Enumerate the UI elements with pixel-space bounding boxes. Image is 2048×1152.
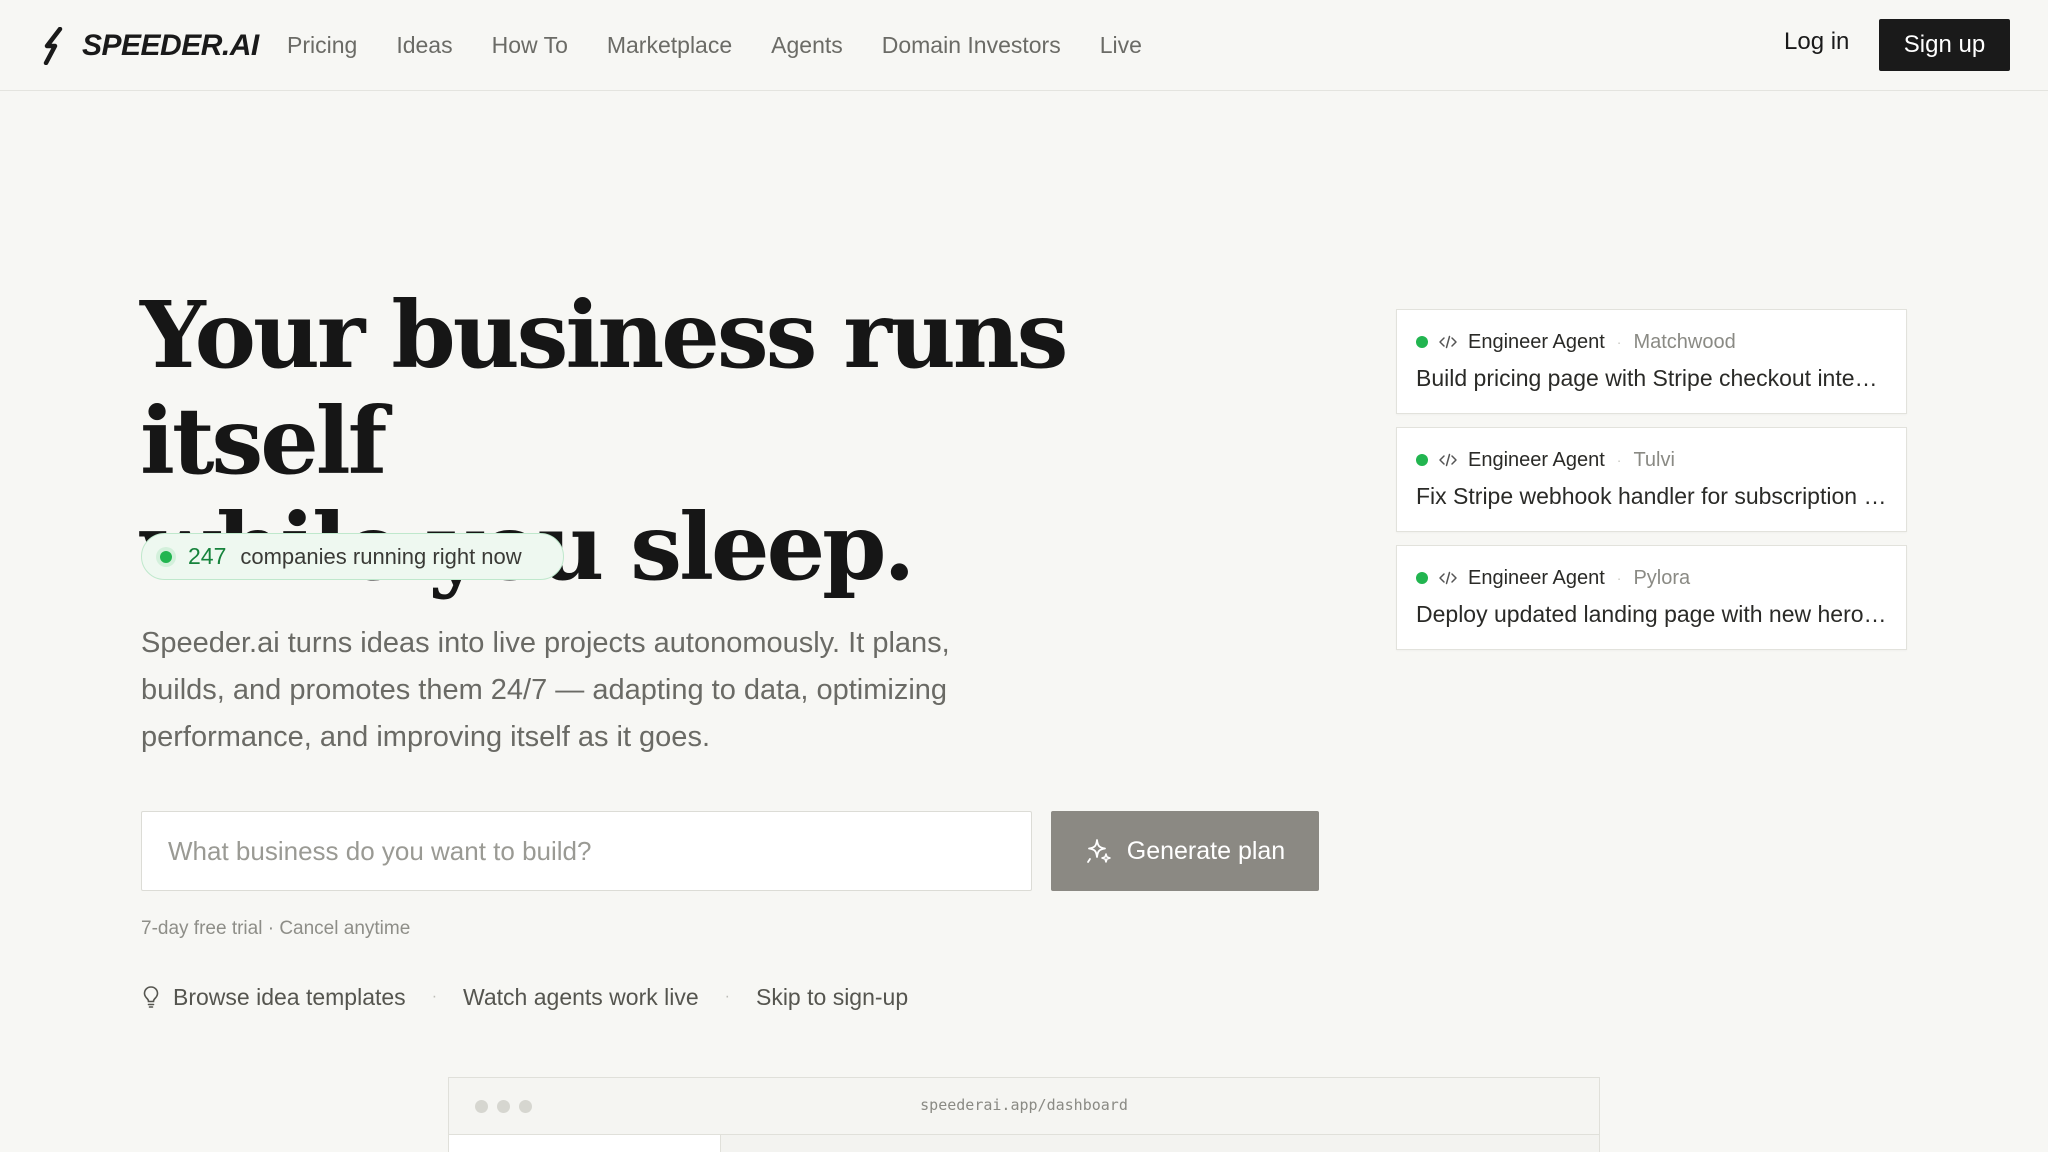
nav-link-agents[interactable]: Agents [771,32,843,59]
card-project-name: Tulvi [1633,448,1675,471]
signup-button[interactable]: Sign up [1879,19,2010,71]
preview-url: speederai.app/dashboard [920,1096,1128,1114]
card-task-text: Deploy updated landing page with new her… [1416,601,1888,627]
dashboard-preview: speederai.app/dashboard [448,1077,1600,1152]
live-dot-icon [160,550,172,563]
skip-signup-link[interactable]: Skip to sign-up [756,984,908,1011]
card-separator: · [1616,452,1622,468]
agent-activity-card[interactable]: Engineer Agent · Pylora Deploy updated l… [1396,545,1907,650]
hero-description: Speeder.ai turns ideas into live project… [141,627,950,753]
card-header: Engineer Agent · Matchwood [1416,328,1887,356]
browser-bar: speederai.app/dashboard [449,1078,1599,1135]
status-dot-icon [1416,336,1428,348]
nav-link-ideas[interactable]: Ideas [396,32,452,59]
nav-link-pricing[interactable]: Pricing [287,32,357,59]
live-status-badge: 247 companies running right now [141,533,564,580]
link-separator: · [724,988,730,1005]
card-header: Engineer Agent · Pylora [1416,564,1887,592]
nav-link-how-to[interactable]: How To [492,32,568,59]
brand-logo[interactable]: SPEEDER.AI [40,26,259,66]
brand-name: SPEEDER.AI [82,29,259,62]
secondary-links: Browse idea templates · Watch agents wor… [141,982,908,1012]
status-dot-icon [1416,572,1428,584]
nav-links: Pricing Ideas How To Marketplace Agents … [287,28,1181,62]
preview-sidebar [449,1135,721,1152]
status-dot-icon [1416,454,1428,466]
top-nav: SPEEDER.AI Pricing Ideas How To Marketpl… [0,0,2048,91]
bolt-logo-icon [43,27,63,65]
live-count: 247 [188,543,227,569]
card-header: Engineer Agent · Tulvi [1416,446,1887,474]
card-project-name: Matchwood [1633,330,1736,353]
watch-agents-link[interactable]: Watch agents work live [463,984,699,1011]
nav-link-marketplace[interactable]: Marketplace [607,32,732,59]
card-separator: · [1616,334,1622,350]
hero-title-line-1: Your business runs itself [140,281,1068,495]
lightbulb-icon [143,986,159,1008]
sparkle-icon [1086,839,1111,863]
nav-link-domain-investors[interactable]: Domain Investors [882,32,1061,59]
browse-templates-link[interactable]: Browse idea templates [173,984,406,1011]
code-icon [1439,335,1457,349]
card-agent-name: Engineer Agent [1468,448,1605,471]
code-icon [1439,453,1457,467]
card-agent-name: Engineer Agent [1468,330,1605,353]
agent-activity-card[interactable]: Engineer Agent · Matchwood Build pricing… [1396,309,1907,414]
card-task-text: Fix Stripe webhook handler for subscript… [1416,483,1888,509]
card-separator: · [1616,570,1622,586]
code-icon [1439,571,1457,585]
live-status-text: companies running right now [240,543,522,569]
generate-plan-label: Generate plan [1126,836,1286,865]
card-agent-name: Engineer Agent [1468,566,1605,589]
card-task-text: Build pricing page with Stripe checkout … [1416,365,1888,391]
trial-note: 7-day free trial · Cancel anytime [141,918,411,939]
nav-link-live[interactable]: Live [1100,32,1142,59]
link-separator: · [431,988,438,1005]
card-project-name: Pylora [1633,566,1691,589]
login-link[interactable]: Log in [1784,28,1849,56]
generate-plan-button[interactable]: Generate plan [1051,811,1319,891]
business-idea-input[interactable] [141,811,1032,891]
agent-activity-card[interactable]: Engineer Agent · Tulvi Fix Stripe webhoo… [1396,427,1907,532]
